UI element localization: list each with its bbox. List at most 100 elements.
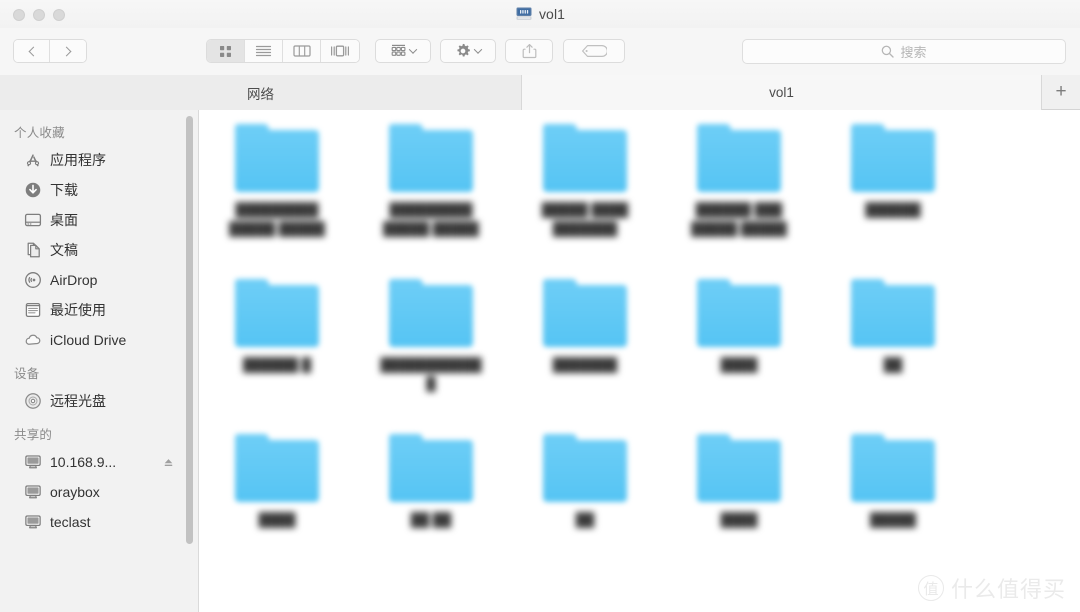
sidebar-item-label: 远程光盘: [50, 393, 106, 409]
icon-grid: █████████ █████ █████ █████████ █████ ██…: [200, 110, 1080, 570]
sidebar-section-shared: 共享的: [14, 428, 53, 442]
sidebar-item-airdrop[interactable]: AirDrop: [0, 265, 198, 295]
folder-item[interactable]: ███████████ █: [354, 265, 508, 420]
chevron-down-icon: [408, 45, 417, 54]
sidebar-item-desktop[interactable]: 桌面: [0, 205, 198, 235]
sidebar-scrollbar[interactable]: [186, 116, 193, 544]
recents-icon: [24, 301, 42, 319]
search-input[interactable]: 搜索: [900, 42, 926, 61]
folder-item[interactable]: ██ ██: [354, 420, 508, 570]
sidebar-item-label: oraybox: [50, 484, 100, 500]
folder-label-line: ██████ ███: [695, 202, 783, 217]
tab-vol1[interactable]: vol1: [522, 75, 1042, 110]
folder-item[interactable]: ██████ ███ █████ █████: [662, 110, 816, 265]
sidebar: 个人收藏 应用程序 下载 桌面 文稿 AirDrop 最近使用 iCloud D…: [0, 110, 199, 612]
folder-item[interactable]: █████: [816, 420, 970, 570]
forward-button[interactable]: [50, 40, 86, 62]
minimize-button[interactable]: [33, 9, 45, 21]
folder-item[interactable]: ███████: [508, 265, 662, 420]
traffic-lights: [13, 9, 65, 21]
list-view-button[interactable]: [245, 40, 283, 62]
folder-label-line: ████: [720, 357, 758, 372]
folder-item[interactable]: █████ ████ ███████: [508, 110, 662, 265]
gear-icon: [457, 43, 470, 57]
folder-label-line: ████: [258, 512, 296, 527]
sidebar-item-downloads[interactable]: 下载: [0, 175, 198, 205]
folder-icon: [235, 434, 319, 502]
column-view-button[interactable]: [283, 40, 321, 62]
folder-icon: [235, 279, 319, 347]
new-tab-button[interactable]: +: [1042, 75, 1080, 109]
gallery-view-icon: [331, 45, 349, 57]
folder-item[interactable]: ██: [508, 420, 662, 570]
search-field[interactable]: 搜索: [742, 39, 1066, 64]
folder-icon: [235, 124, 319, 192]
folder-label-line: █████ █████: [229, 221, 325, 236]
action-button[interactable]: [440, 39, 496, 63]
back-button[interactable]: [14, 40, 50, 62]
folder-item[interactable]: ████: [662, 420, 816, 570]
folder-label-line: ███████: [552, 221, 618, 236]
folder-label-line: ██████: [865, 202, 921, 217]
eject-icon[interactable]: [163, 457, 174, 468]
folder-label: ████: [664, 355, 814, 374]
gallery-view-button[interactable]: [321, 40, 359, 62]
sidebar-item-label: teclast: [50, 514, 91, 530]
folder-item[interactable]: ████: [200, 420, 354, 570]
folder-item[interactable]: ██████ █: [200, 265, 354, 420]
tags-button[interactable]: [563, 39, 625, 63]
folder-label-line: ██████ █: [242, 357, 312, 372]
folder-icon: [697, 434, 781, 502]
server-icon: [24, 453, 42, 471]
folder-icon: [851, 124, 935, 192]
sidebar-item-icloud-drive[interactable]: iCloud Drive: [0, 325, 198, 355]
folder-icon: [697, 124, 781, 192]
folder-label: ██: [510, 510, 660, 529]
folder-item[interactable]: █████████ █████ █████: [200, 110, 354, 265]
folder-label-line: █████: [869, 512, 917, 527]
remote-disc-icon: [24, 392, 42, 410]
finder-window: vol1 搜索 网络 vol1 + 个人收藏 应用程序 下载 桌面 文稿 Air…: [0, 0, 1080, 612]
file-grid-area[interactable]: █████████ █████ █████ █████████ █████ ██…: [200, 110, 1080, 612]
share-button[interactable]: [505, 39, 553, 63]
folder-label: ██████: [818, 200, 968, 219]
sidebar-item-label: AirDrop: [50, 272, 98, 288]
tab-bar: 网络 vol1 +: [0, 75, 1080, 110]
folder-icon: [389, 124, 473, 192]
sidebar-item-label: 下载: [50, 182, 78, 198]
folder-item[interactable]: ██: [816, 265, 970, 420]
folder-label-line: ███████████: [380, 357, 482, 372]
folder-label: ██████ █: [202, 355, 352, 374]
folder-label-line: █████ █████: [691, 221, 787, 236]
grid-view-icon: [220, 45, 231, 57]
sidebar-item-server-10-168-9[interactable]: 10.168.9...: [0, 447, 198, 477]
sidebar-section-devices: 设备: [14, 367, 40, 381]
zoom-button[interactable]: [53, 9, 65, 21]
folder-item[interactable]: █████████ █████ █████: [354, 110, 508, 265]
folder-label: ██ ██: [356, 510, 506, 529]
title-bar: vol1: [0, 0, 1080, 28]
tab-network[interactable]: 网络: [0, 75, 522, 110]
sidebar-item-recents[interactable]: 最近使用: [0, 295, 198, 325]
sidebar-item-applications[interactable]: 应用程序: [0, 145, 198, 175]
folder-label-line: █████ █████: [383, 221, 479, 236]
icon-view-button[interactable]: [207, 40, 245, 62]
documents-icon: [24, 241, 42, 259]
toolbar: 搜索: [0, 28, 1080, 75]
network-drive-icon: [516, 7, 532, 20]
sidebar-item-documents[interactable]: 文稿: [0, 235, 198, 265]
arrange-button[interactable]: [375, 39, 431, 63]
sidebar-item-remote-disc[interactable]: 远程光盘: [0, 386, 198, 416]
folder-item[interactable]: ████: [662, 265, 816, 420]
folder-label: ███████: [510, 355, 660, 374]
folder-icon: [389, 434, 473, 502]
sidebar-item-server-oraybox[interactable]: oraybox: [0, 477, 198, 507]
sidebar-item-server-teclast[interactable]: teclast: [0, 507, 198, 537]
folder-icon: [851, 434, 935, 502]
folder-label: ███████████ █: [356, 355, 506, 393]
folder-icon: [697, 279, 781, 347]
close-button[interactable]: [13, 9, 25, 21]
watermark-badge: 值: [917, 575, 944, 601]
server-icon: [24, 483, 42, 501]
folder-item[interactable]: ██████: [816, 110, 970, 265]
